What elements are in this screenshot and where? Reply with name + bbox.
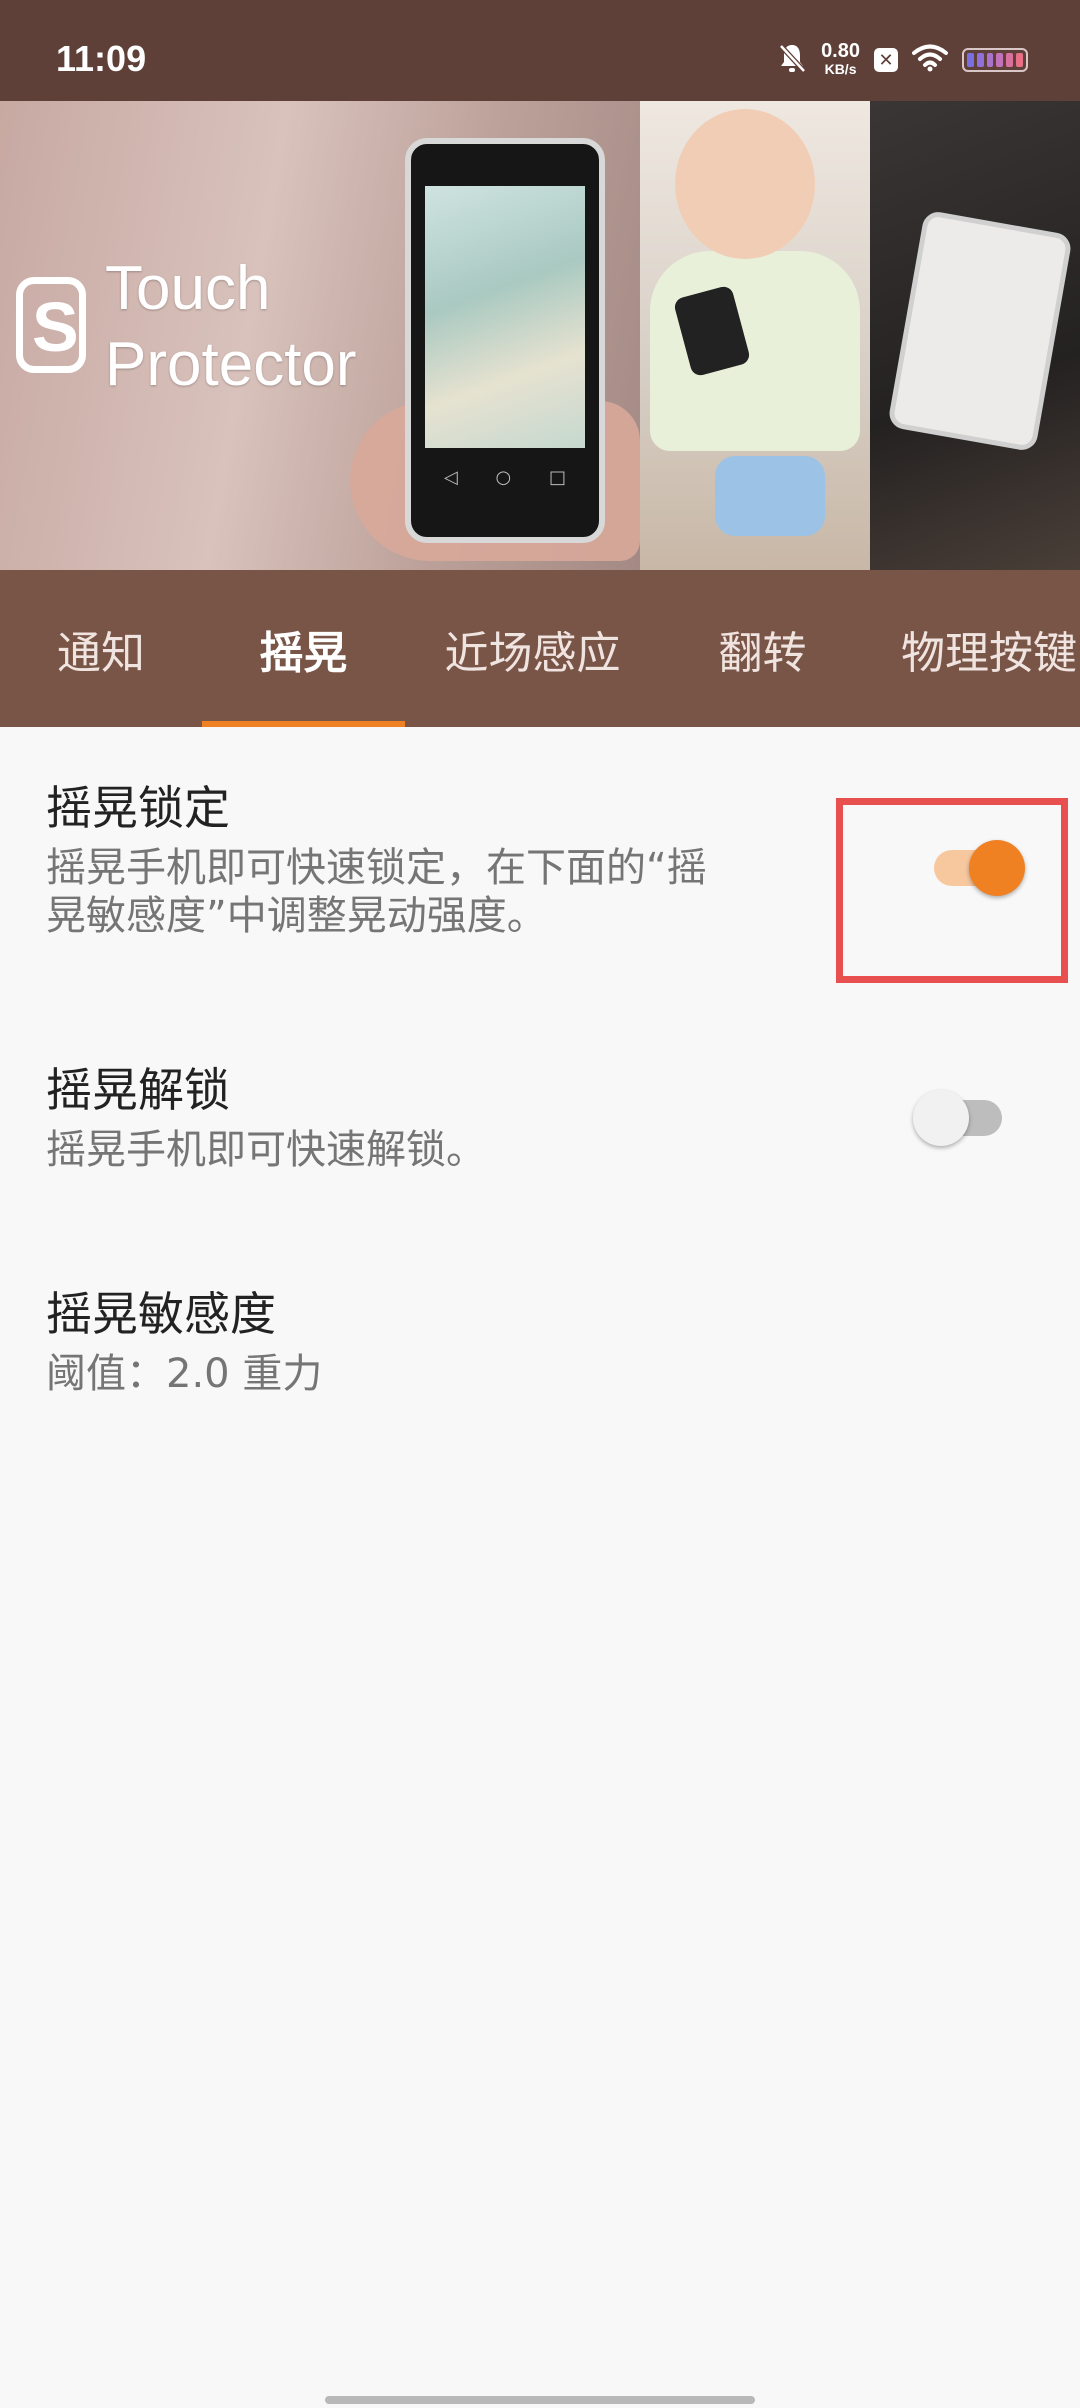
phone-illustration: ◁ ○ □	[405, 138, 605, 543]
setting-title: 摇晃敏感度	[46, 1287, 276, 1341]
tab-bar: 通知 摇晃 近场感应 翻转 物理按键	[0, 570, 1080, 727]
setting-summary-line2: 晃敏感度”中调整晃动强度。	[46, 893, 547, 939]
tab-physical-keys[interactable]: 物理按键	[865, 570, 1080, 727]
baby-head	[675, 109, 815, 259]
app-logo-line2: Protector	[105, 330, 357, 399]
setting-shake-lock[interactable]: 摇晃锁定 摇晃手机即可快速锁定，在下面的“摇 晃敏感度”中调整晃动强度。	[46, 778, 836, 940]
network-speed-value: 0.80	[821, 40, 860, 62]
setting-title: 摇晃解锁	[46, 1063, 230, 1117]
phone-nav-bar: ◁ ○ □	[443, 466, 567, 488]
x-notification-icon: ✕	[874, 48, 898, 72]
toggle-thumb	[913, 1090, 969, 1146]
app-logo-text: Touch Protector	[105, 251, 357, 403]
battery-icon	[962, 48, 1028, 72]
tab-proximity[interactable]: 近场感应	[405, 570, 660, 727]
setting-shake-unlock[interactable]: 摇晃解锁 摇晃手机即可快速解锁。	[46, 1060, 836, 1174]
baby-body	[650, 251, 860, 451]
tab-indicator	[202, 721, 405, 727]
setting-summary: 阈值：2.0 重力	[46, 1351, 323, 1397]
setting-title: 摇晃锁定	[46, 781, 230, 835]
setting-summary-line1: 摇晃手机即可快速锁定，在下面的“摇	[46, 845, 707, 891]
tab-notification[interactable]: 通知	[0, 570, 202, 727]
setting-shake-sensitivity[interactable]: 摇晃敏感度 阈值：2.0 重力	[46, 1284, 836, 1398]
setting-summary: 摇晃手机即可快速解锁。	[46, 1127, 486, 1173]
tab-flip[interactable]: 翻转	[660, 570, 865, 727]
network-speed: 0.80 KB/s	[821, 40, 860, 78]
map-screen	[425, 186, 585, 448]
network-speed-unit: KB/s	[824, 61, 857, 77]
status-time: 11:09	[56, 38, 147, 79]
bell-off-icon	[777, 42, 807, 78]
app-logo-letter: S	[32, 288, 79, 366]
status-bar: 11:09 0.80 KB/s ✕	[0, 0, 1080, 101]
banner-image: ◁ ○ □ S Touch Protector	[0, 101, 1080, 570]
tab-shake[interactable]: 摇晃	[202, 570, 405, 727]
status-icons: 0.80 KB/s ✕	[777, 40, 1028, 80]
highlight-box	[836, 798, 1068, 983]
app-logo-line1: Touch	[105, 254, 271, 323]
wifi-icon	[912, 44, 948, 76]
home-indicator[interactable]	[325, 2396, 755, 2404]
baby-diaper	[715, 456, 825, 536]
